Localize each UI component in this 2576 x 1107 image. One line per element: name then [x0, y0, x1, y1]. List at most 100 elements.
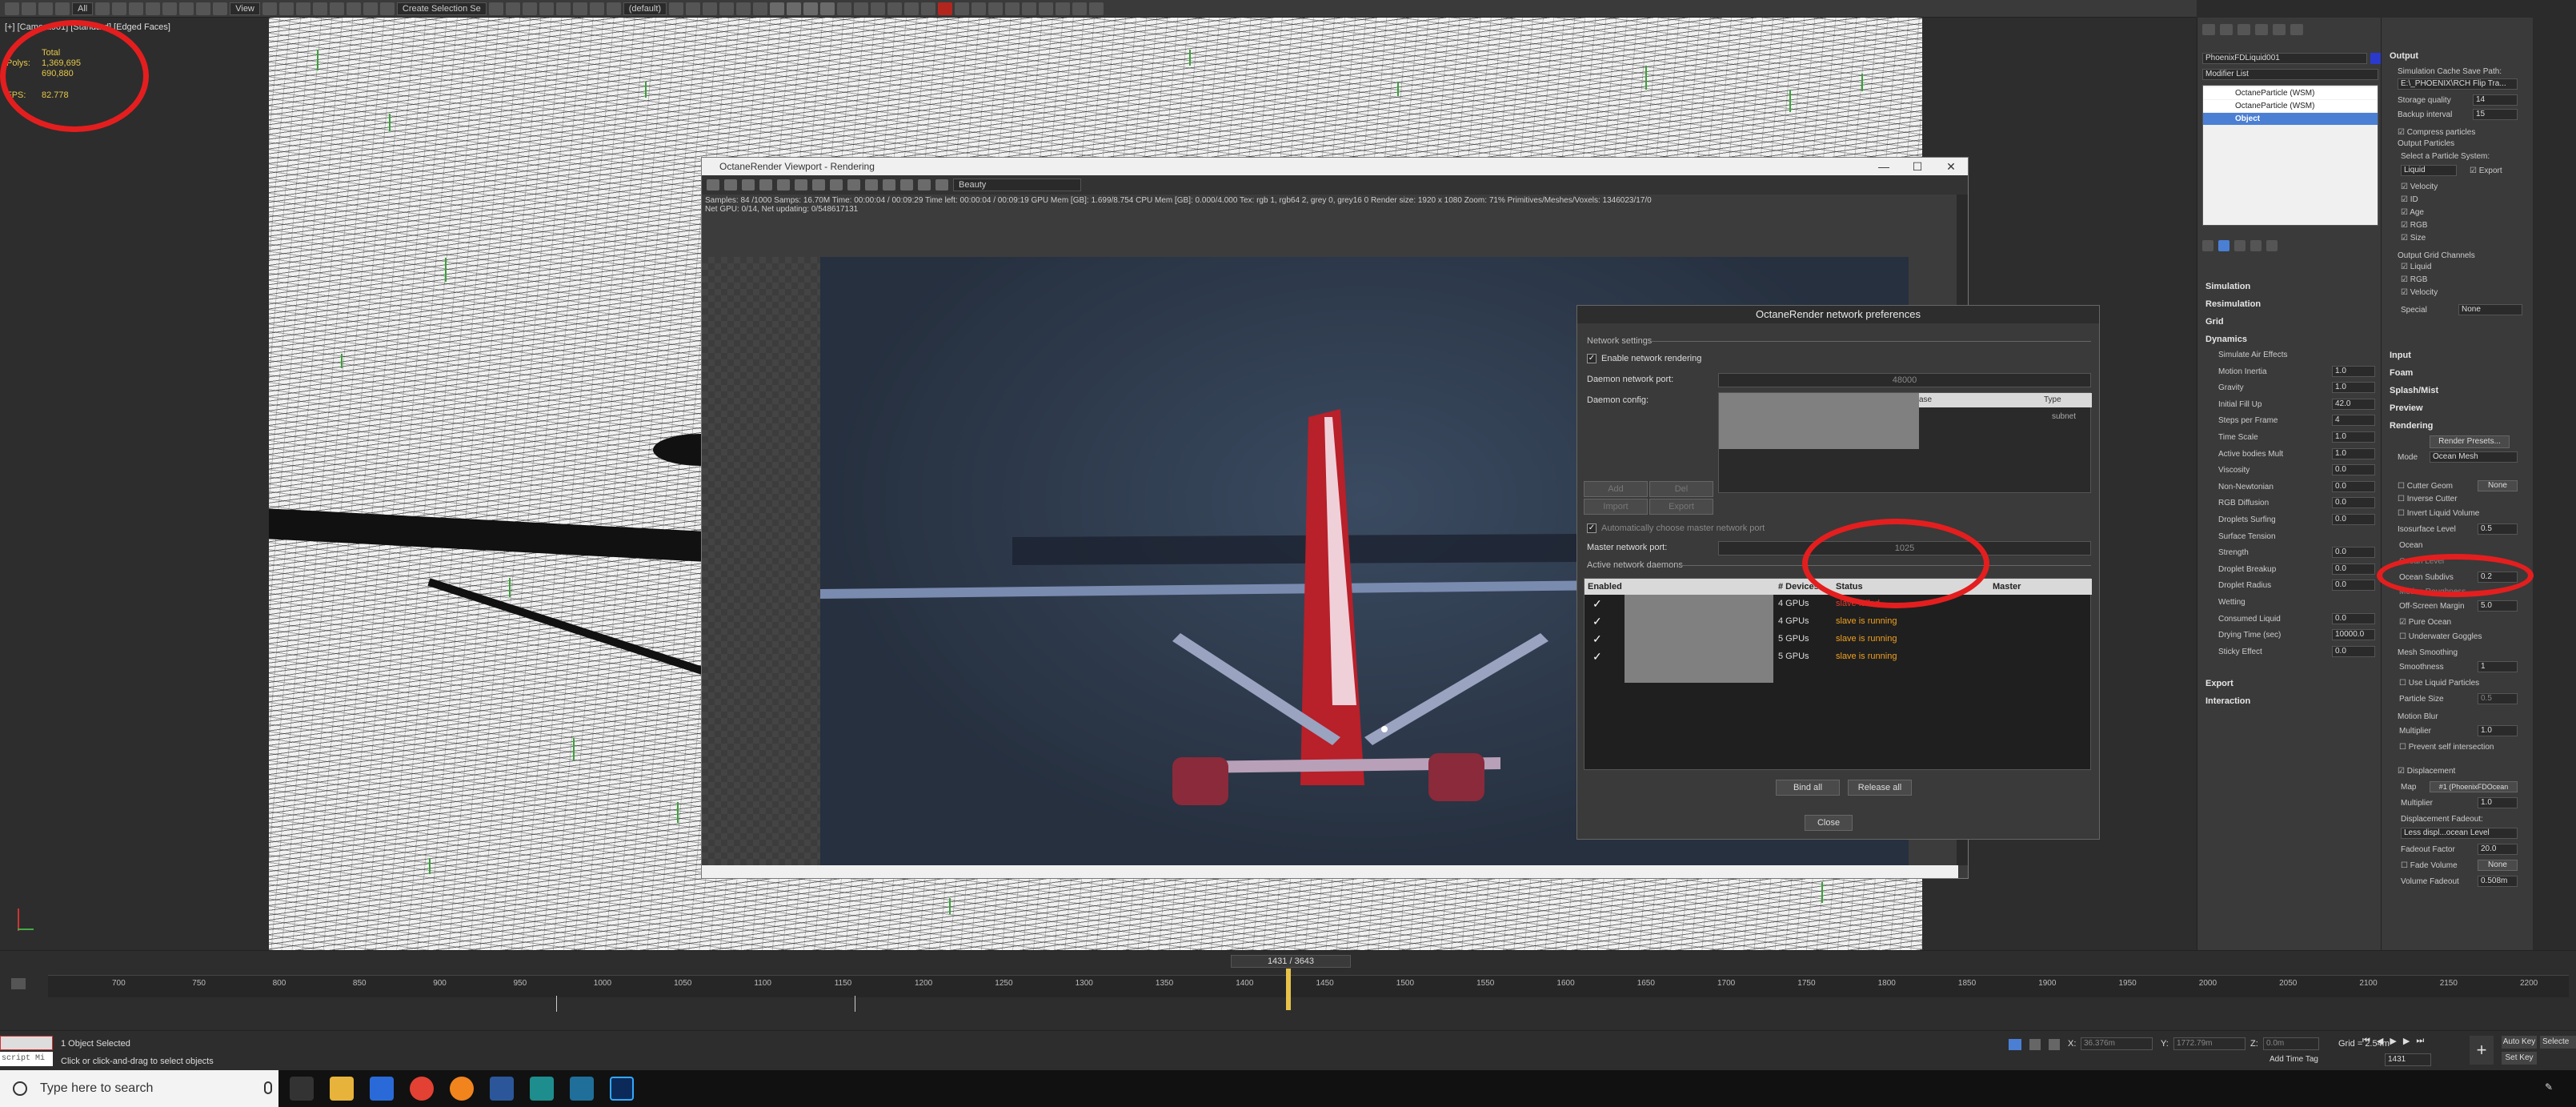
bind-all-button[interactable]: Bind all [1776, 780, 1840, 796]
phoenix-icon[interactable] [972, 2, 987, 15]
reference-coord-dropdown[interactable]: View [230, 2, 260, 15]
special-dropdown[interactable]: None [2458, 304, 2522, 315]
rollout-preview[interactable]: Preview [2390, 403, 2423, 413]
named-selection-dropdown[interactable]: Create Selection Se [396, 2, 487, 15]
storage-quality-spinner[interactable]: 14 [2473, 94, 2518, 106]
dynamics-param-spinner[interactable]: 1.0 [2332, 382, 2375, 394]
settings-icon[interactable] [935, 179, 948, 191]
material-editor-icon[interactable] [606, 2, 621, 15]
compress-label[interactable]: Compress particles [2407, 128, 2476, 137]
horizontal-scrollbar[interactable] [702, 865, 1958, 878]
snap-icon[interactable] [312, 2, 327, 15]
displacement-label[interactable]: Displacement [2407, 767, 2456, 776]
copy-icon[interactable] [724, 179, 737, 191]
absolute-mode-icon[interactable] [2049, 1039, 2060, 1050]
fadeout-factor-spinner[interactable]: 20.0 [2478, 844, 2518, 855]
create-tab-icon[interactable] [2202, 24, 2215, 35]
y-coord-field[interactable]: 1772.79m [2173, 1037, 2245, 1050]
save-icon[interactable] [707, 179, 719, 191]
show-end-result-icon[interactable] [2218, 240, 2229, 251]
add-time-tag[interactable]: Add Time Tag [2270, 1055, 2318, 1064]
scale-icon[interactable] [196, 2, 211, 15]
restart-icon[interactable] [742, 179, 755, 191]
phoenix-particle-icon[interactable] [1056, 2, 1071, 15]
vray-icon[interactable] [871, 2, 886, 15]
viewport-icon[interactable] [883, 179, 895, 191]
word-icon[interactable] [490, 1077, 514, 1101]
current-frame-field[interactable]: 1431 [2385, 1053, 2431, 1066]
phoenix-ocean-icon[interactable] [1022, 2, 1037, 15]
rollout-interaction[interactable]: Interaction [2205, 696, 2250, 706]
dynamics-param-spinner[interactable]: 0.0 [2332, 580, 2375, 592]
rollout-export[interactable]: Export [2205, 679, 2233, 688]
dynamics-param-spinner[interactable]: 0.0 [2332, 497, 2375, 509]
particle-channel-checkbox[interactable]: ☑ ID [2401, 195, 2418, 204]
x-coord-field[interactable]: 36.376m [2081, 1037, 2153, 1050]
enabled-check-icon[interactable]: ✓ [1592, 630, 1602, 648]
rollout-simulation[interactable]: Simulation [2205, 282, 2250, 291]
set-key-icon[interactable]: + [2470, 1036, 2494, 1065]
prevent-self-label[interactable]: Prevent self intersection [2409, 743, 2494, 752]
phoenix-cache-icon[interactable] [1089, 2, 1104, 15]
table-row[interactable]: ✓ 5 GPUs slave is running [1584, 630, 2090, 648]
enabled-check-icon[interactable]: ✓ [1592, 595, 1602, 612]
octane-window-title[interactable]: OctaneRender Viewport - Rendering [702, 158, 1968, 175]
render-iterative-icon[interactable] [736, 2, 751, 15]
lock-icon[interactable] [865, 179, 878, 191]
phoenix-liquid-icon[interactable] [988, 2, 1004, 15]
dynamics-param-spinner[interactable]: 0.0 [2332, 480, 2375, 492]
stack-item-selected[interactable]: Object [2203, 113, 2378, 125]
stop-icon[interactable] [759, 179, 772, 191]
disp-multiplier-spinner[interactable]: 1.0 [2478, 797, 2518, 808]
invert-liquid-label[interactable]: Invert Liquid Volume [2407, 509, 2480, 518]
dynamics-param-spinner[interactable]: 0.0 [2332, 464, 2375, 476]
layer-explorer-icon[interactable] [539, 2, 554, 15]
multiplier-spinner[interactable]: 1.0 [2478, 725, 2518, 736]
isosurface-spinner[interactable]: 0.5 [2478, 523, 2518, 535]
dynamics-param-spinner[interactable]: 42.0 [2332, 398, 2375, 410]
chrome-icon[interactable] [410, 1077, 434, 1101]
auto-master-checkbox[interactable]: ✓ [1587, 523, 1596, 534]
particle-channel-checkbox[interactable]: ☑ Age [2401, 208, 2424, 217]
link-icon[interactable] [22, 2, 36, 15]
play-icon[interactable]: ▶ [2390, 1036, 2396, 1046]
move-icon[interactable] [162, 2, 178, 15]
set-key-button[interactable]: Set Key [2502, 1052, 2537, 1065]
align-icon[interactable] [505, 2, 520, 15]
firefox-icon[interactable] [450, 1077, 474, 1101]
pause-icon[interactable] [777, 179, 790, 191]
pivot-icon[interactable] [262, 2, 277, 15]
render-presets-button[interactable]: Render Presets... [2430, 435, 2510, 448]
vray-light-icon[interactable] [904, 2, 919, 15]
notification-icon[interactable]: ✎ [2545, 1081, 2558, 1094]
hierarchy-tab-icon[interactable] [2237, 24, 2250, 35]
octane-settings-icon[interactable] [787, 2, 802, 15]
mirror-icon[interactable] [488, 2, 503, 15]
dynamics-param-spinner[interactable]: 1.0 [2332, 447, 2375, 459]
modifier-list-dropdown[interactable]: Modifier List [2202, 69, 2378, 80]
underwater-label[interactable]: Underwater Goggles [2409, 632, 2482, 641]
mode-dropdown[interactable]: Ocean Mesh [2430, 451, 2518, 463]
minimize-icon[interactable]: — [1872, 159, 1896, 174]
close-icon[interactable]: ✕ [1939, 159, 1963, 174]
use-liquid-particles-label[interactable]: Use Liquid Particles [2409, 679, 2479, 688]
curve-editor-icon[interactable] [572, 2, 587, 15]
motion-tab-icon[interactable] [2255, 24, 2268, 35]
scene-explorer-icon[interactable] [522, 2, 537, 15]
enable-network-checkbox[interactable]: ✓ [1587, 354, 1596, 364]
maxscript-listener[interactable] [0, 1036, 53, 1050]
select-by-name-icon[interactable] [112, 2, 127, 15]
octane-icon[interactable] [770, 2, 785, 15]
photo-icon[interactable] [854, 2, 869, 15]
percent-snap-icon[interactable] [346, 2, 361, 15]
rollout-grid[interactable]: Grid [2205, 317, 2224, 327]
select-icon[interactable] [95, 2, 110, 15]
rollout-input[interactable]: Input [2390, 351, 2411, 360]
go-to-start-icon[interactable]: ⏮ [2362, 1036, 2370, 1046]
store-icon[interactable] [370, 1077, 394, 1101]
import-button[interactable]: Import [1584, 499, 1648, 515]
redshift-icon[interactable] [938, 2, 953, 15]
particle-channel-checkbox[interactable]: ☑ Velocity [2401, 182, 2438, 191]
table-row[interactable]: ✓ 4 GPUs slave is running [1584, 612, 2090, 630]
task-view-icon[interactable] [290, 1077, 314, 1101]
